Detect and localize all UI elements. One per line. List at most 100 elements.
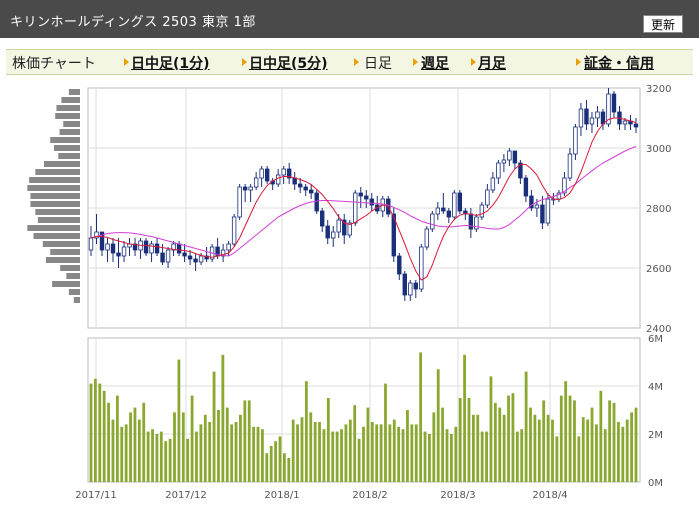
volume-bar xyxy=(190,395,194,482)
candle-body xyxy=(611,93,617,113)
candle-body xyxy=(182,252,187,257)
volume-profile-bar xyxy=(27,185,80,191)
volume-tick-label: 0M xyxy=(648,478,663,489)
volume-bar xyxy=(480,431,484,482)
volume-bar xyxy=(511,393,515,482)
volume-bar xyxy=(344,424,348,482)
price-tick-label: 3000 xyxy=(646,144,671,155)
volume-bar xyxy=(428,434,431,482)
volume-bar xyxy=(612,402,616,482)
volume-bar xyxy=(115,395,119,482)
volume-bar xyxy=(326,398,330,482)
volume-bar xyxy=(155,434,159,482)
candle-body xyxy=(441,207,446,212)
volume-bar xyxy=(278,436,282,482)
volume-bar xyxy=(573,400,576,482)
volume-profile-bar xyxy=(73,297,80,303)
volume-bar xyxy=(366,407,370,482)
volume-bar xyxy=(129,412,132,482)
volume-profile-bar xyxy=(52,281,80,287)
volume-bar xyxy=(397,426,401,482)
volume-bar xyxy=(164,441,168,482)
candle-body xyxy=(595,111,600,119)
candle-body xyxy=(446,210,452,218)
volume-bar xyxy=(423,431,427,482)
candle-body xyxy=(600,111,606,125)
volume-bar xyxy=(124,424,128,482)
volume-bar xyxy=(199,424,203,482)
volume-bar xyxy=(388,424,392,482)
volume-bar xyxy=(282,453,286,482)
volume-bar xyxy=(375,424,379,482)
volume-bar xyxy=(581,417,585,482)
volume-bar xyxy=(186,438,190,482)
candle-body xyxy=(496,162,501,179)
volume-bar xyxy=(102,390,106,482)
candle-body xyxy=(369,198,374,206)
volume-tick-label: 6M xyxy=(648,334,663,345)
candle-body xyxy=(264,168,270,182)
candle-body xyxy=(358,192,363,197)
x-tick-label: 2018/2 xyxy=(352,490,387,501)
volume-tick-label: 2M xyxy=(648,430,663,441)
volume-bar xyxy=(111,419,115,482)
candle-body xyxy=(160,252,165,263)
volume-bar xyxy=(137,419,141,482)
volume-profile-bar xyxy=(66,273,80,279)
volume-bar xyxy=(159,431,163,482)
volume-bar xyxy=(493,402,497,482)
volume-bar xyxy=(410,424,414,482)
volume-bar xyxy=(291,419,295,482)
volume-profile-bar xyxy=(33,233,80,239)
volume-profile-bar xyxy=(60,265,80,271)
volume-profile-bar xyxy=(68,89,80,95)
volume-bar xyxy=(168,438,172,482)
volume-bar xyxy=(221,354,225,482)
volume-bar xyxy=(564,381,568,482)
candle-body xyxy=(397,255,402,275)
volume-bar xyxy=(243,400,247,482)
volume-bar xyxy=(577,436,581,482)
volume-bar xyxy=(212,371,216,482)
candle-body xyxy=(573,126,578,155)
candle-body xyxy=(149,243,154,254)
volume-bar xyxy=(537,419,541,482)
volume-bar xyxy=(362,426,365,482)
volume-profile-bar xyxy=(53,145,80,151)
volume-bar xyxy=(392,419,396,482)
volume-bar xyxy=(471,414,475,482)
candle-body xyxy=(309,189,314,194)
volume-tick-label: 4M xyxy=(648,382,663,393)
candle-body xyxy=(259,168,264,179)
candle-body xyxy=(231,216,237,245)
candle-body xyxy=(253,177,259,188)
price-tick-label: 3200 xyxy=(646,84,671,95)
volume-bar xyxy=(432,412,436,482)
volume-bar xyxy=(450,434,453,482)
candle-body xyxy=(457,192,463,212)
volume-bar xyxy=(590,407,594,482)
candle-body xyxy=(292,177,297,185)
volume-bar xyxy=(340,429,343,482)
volume-bar xyxy=(529,407,532,482)
candle-body xyxy=(154,243,160,254)
candle-body xyxy=(545,198,551,224)
volume-bar xyxy=(151,429,154,482)
candle-body xyxy=(314,192,319,212)
candle-body xyxy=(110,243,116,254)
candle-body xyxy=(325,225,330,239)
candle-body xyxy=(226,243,231,251)
volume-bar xyxy=(559,395,563,482)
candle-body xyxy=(237,186,242,218)
candle-body xyxy=(242,186,248,191)
volume-profile-bar xyxy=(61,97,80,103)
volume-bar xyxy=(467,398,471,482)
volume-profile-bar xyxy=(56,105,80,111)
volume-profile-bar xyxy=(45,257,80,263)
volume-bar xyxy=(502,414,506,482)
candle-body xyxy=(452,192,457,218)
volume-bar xyxy=(296,424,299,482)
volume-bar xyxy=(463,354,466,482)
candle-body xyxy=(187,255,193,260)
volume-bar xyxy=(507,395,510,482)
